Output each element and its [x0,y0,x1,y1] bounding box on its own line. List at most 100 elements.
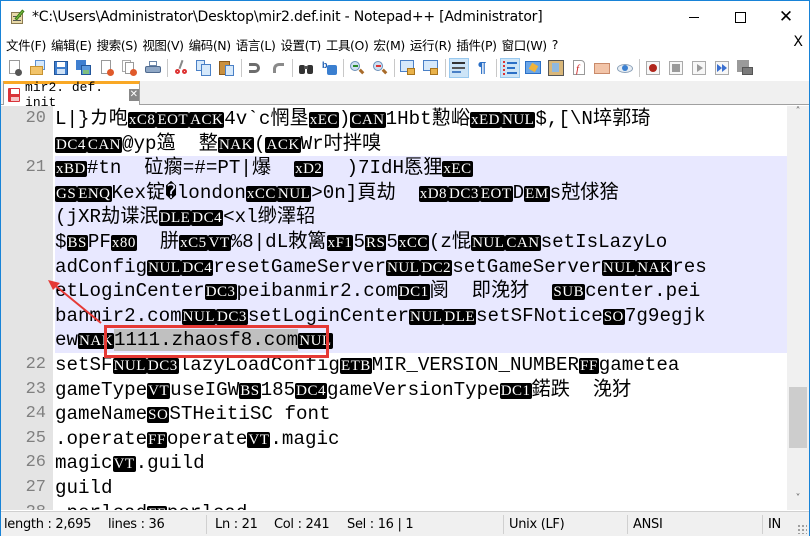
find-button[interactable] [296,58,316,78]
control-char-token: RS [364,235,387,251]
playback-button[interactable] [689,58,709,78]
control-char-token: NAK [636,259,673,276]
copy-button[interactable] [194,58,214,78]
control-char-token: xD8 [418,185,449,202]
menu-tools[interactable]: 工具(O) [325,35,373,54]
status-bar: length : 2,695 lines : 36 Ln : 21 Col : … [1,511,809,536]
open-file-button[interactable] [28,58,48,78]
tab-close-icon[interactable]: ✕ [128,88,139,101]
text-run: (jXR劫谍泯 [55,206,159,229]
menu-help[interactable]: ? [551,37,562,52]
tab-mir2-def-init[interactable]: mir2. def. init ✕ [3,80,140,110]
editor-line[interactable]: 27 guild [26,476,787,501]
undo-button[interactable] [245,58,265,78]
document-map-button[interactable] [546,58,566,78]
text-run: #tn 砬瘸=#=PT|爆 [86,157,295,180]
monitoring-button[interactable] [615,58,635,78]
editor-line[interactable]: ewNAK1111.zhaosf8.comNUL [55,328,787,353]
menu-plugins[interactable]: 插件(P) [455,35,500,54]
editor-line[interactable]: adConfigNUL DC4resetGameServerNUL DC2setGa… [55,254,787,280]
zoom-in-button[interactable] [347,58,367,78]
indent-guide-button[interactable] [500,57,520,78]
editor-line[interactable]: 28.perloadFFperload [26,501,787,510]
scrollbar-thumb[interactable] [789,387,807,448]
text-run: 鍩跌 浼犲 [531,378,632,401]
menu-view[interactable]: 视图(V) [141,35,187,54]
text-run: 5 [386,231,398,253]
text-run: setGameServer [452,255,602,278]
folder-as-workspace-button[interactable] [592,58,612,78]
control-char-token: NAK [78,333,115,350]
editor-line[interactable]: banmir2.comNUL DC3setLoginCenterNUL DLEset… [55,303,787,329]
menu-run[interactable]: 运行(R) [409,35,455,54]
text-run: adConfig [55,255,148,278]
editor-line[interactable]: (jXR劫谍泯DLE DC4<xl缈澤轺 [55,205,787,230]
resize-grip-icon[interactable] [797,524,807,534]
menu-edit[interactable]: 编辑(E) [50,35,96,54]
replace-button[interactable]: b [319,58,339,78]
save-all-button[interactable] [74,58,94,78]
editor-line[interactable]: 26 magicVT.guild [26,451,787,476]
close-document-button[interactable]: X [793,34,803,50]
editor-line[interactable]: 20 L|}カ咆xC8 EOT ACK4v`c惘垦xEC)CAN1Hbt懃峪xED NU… [26,107,787,132]
save-macro-button[interactable] [735,58,755,78]
toolbar-separator [639,58,640,77]
show-all-characters-button[interactable]: ¶ [472,58,492,78]
user-defined-language-button[interactable] [523,58,543,78]
code-area[interactable]: 20 L|}カ咆xC8 EOT ACK4v`c惘垦xEC)CAN1Hbt懃峪xED NU… [26,106,787,510]
sync-horizontal-button[interactable] [421,58,441,78]
run-macro-multiple-button[interactable] [712,58,732,78]
menu-macro[interactable]: 宏(M) [372,35,408,54]
toolbar-separator [445,58,446,77]
menu-encoding[interactable]: 编码(N) [188,35,235,54]
control-char-token: VT [247,431,271,448]
word-wrap-button[interactable] [449,57,469,78]
start-recording-button[interactable] [643,58,663,78]
stop-recording-button[interactable] [666,58,686,78]
status-column: Col : 241 [274,517,330,532]
control-char-token: ETB [339,358,372,374]
sync-vertical-icon [400,59,416,76]
paste-button[interactable] [217,58,237,78]
menu-settings[interactable]: 设置(T) [279,35,324,54]
text-run: useIGW [170,378,240,401]
editor-line[interactable]: 24 gameNameSOSTHeitiSC font [26,402,787,427]
save-button[interactable] [51,58,71,78]
control-char-token: xCC [245,185,277,202]
scroll-down-arrow-icon[interactable]: ˅ [787,493,809,510]
editor-line[interactable]: GS ENQKex锭�londonxCC NUL>0n]頁劫 xD8 DC3 EOTDE… [55,180,787,206]
title-bar[interactable]: *C:\Users\Administrator\Desktop\mir2.def… [1,1,809,33]
editor-line[interactable]: 21 xBD#tn 砬瘸=#=PT|爆 xD2 )7IdH悘狸xEC [26,156,787,181]
editor-line[interactable]: 22 setSFNUL DC3lazyLoadConfigETBMIR_VERSIO… [26,353,787,378]
cut-button[interactable] [171,58,191,78]
close-window-button[interactable]: ✕ [763,1,809,33]
indent-guide-icon [502,60,518,76]
editor-line[interactable]: etLoginCenterDC3peibanmir2.comDC1阌 即浼犲 S… [55,279,787,304]
editor-line[interactable]: 25 .operateFFoperateVT.magic [26,427,787,452]
scroll-up-arrow-icon[interactable]: ˄ [787,106,809,123]
vertical-scrollbar[interactable]: ˄ ˅ [787,106,809,510]
text-run: .guild [135,452,205,475]
text-editor[interactable]: 20 L|}カ咆xC8 EOT ACK4v`c惘垦xEC)CAN1Hbt懃峪xED NU… [1,106,787,510]
editor-line[interactable]: 23 gameTypeVTuseIGWBS185DC4gameVersionTyp… [26,378,787,403]
editor-line[interactable]: $BSPFx80 胼xC5 VT%8|dL敇篱xF15RS5xCC(z惃NUL CA… [55,230,787,255]
editor-line[interactable]: DC4 CAN@yp簻 整NAK(ACKWr吋拌嗅 [55,132,787,157]
text-run: $ [55,231,67,253]
zoom-out-button[interactable] [370,58,390,78]
sync-vertical-button[interactable] [398,58,418,78]
close-all-button[interactable] [120,58,140,78]
control-char-token: DC1 [499,382,532,399]
menu-window[interactable]: 窗口(W) [501,35,551,54]
maximize-button[interactable] [717,1,763,33]
new-file-button[interactable] [5,58,25,78]
function-list-button[interactable]: f [569,58,589,78]
menu-file[interactable]: 文件(F) [5,35,50,54]
minimize-button[interactable] [671,1,717,33]
redo-button[interactable] [268,58,288,78]
control-char-token: DC4 [191,210,224,227]
menu-language[interactable]: 语言(L) [235,35,280,54]
print-button[interactable] [143,58,163,78]
text-run: resetGameServer [213,255,387,278]
close-file-button[interactable] [97,58,117,78]
menu-search[interactable]: 搜索(S) [96,35,142,54]
